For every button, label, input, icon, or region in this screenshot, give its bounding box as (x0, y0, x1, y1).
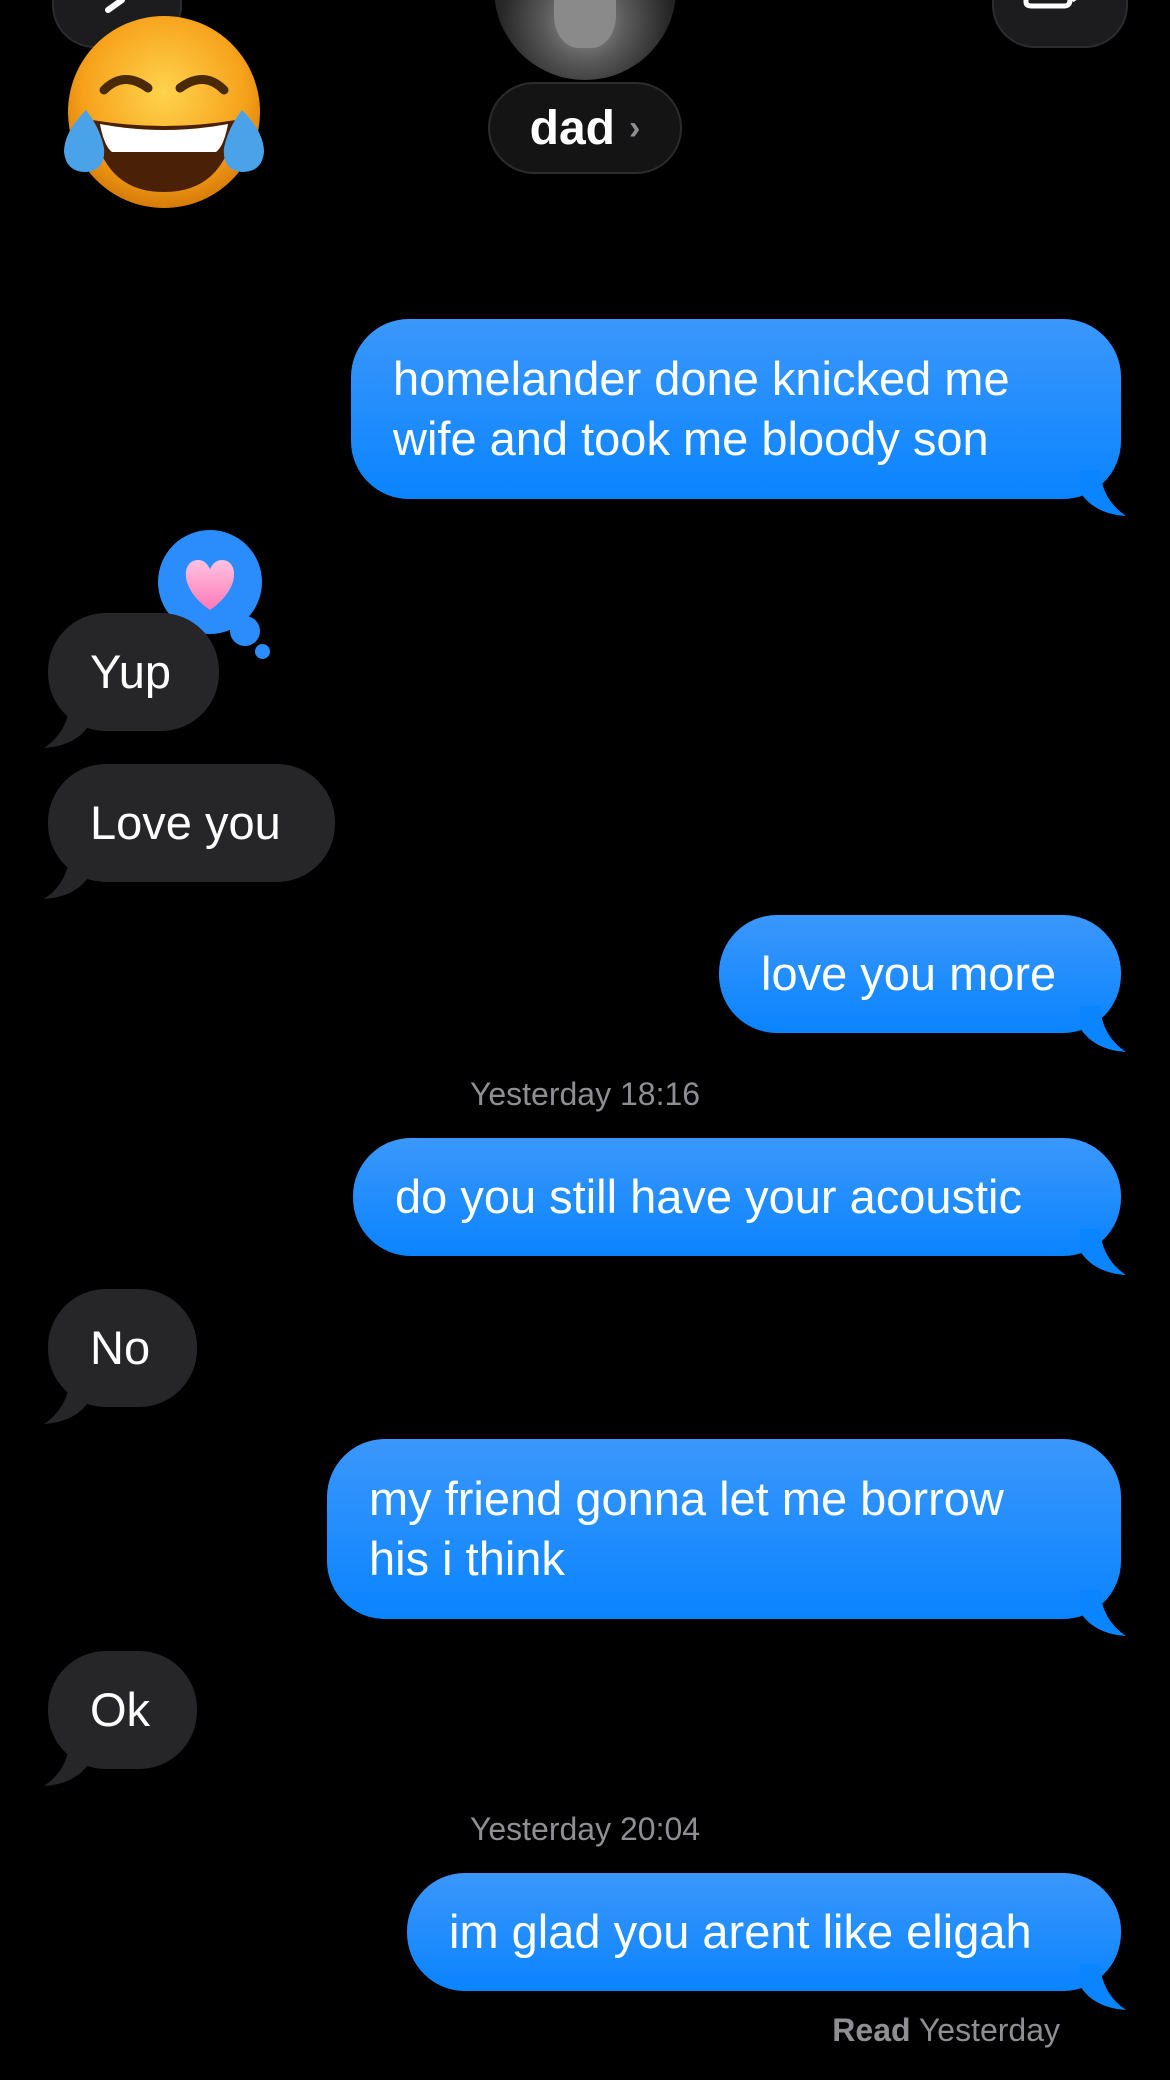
timestamp-day: Yesterday (469, 1076, 612, 1112)
timestamp-time: 18:16 (619, 1076, 701, 1112)
bubble-tail (1080, 1006, 1126, 1052)
tapback-tail-dot (230, 616, 260, 646)
message-text-line: his i think (369, 1532, 565, 1585)
facetime-video-button[interactable] (992, 0, 1128, 48)
timestamp-time: 20:04 (619, 1811, 701, 1847)
message-text-line: wife and took me bloody son (393, 412, 989, 465)
timestamp: Yesterday 18:16 (0, 1076, 1170, 1113)
read-receipt: Read Yesterday (832, 2012, 1060, 2049)
message-text-line: my friend gonna let me borrow (369, 1472, 1004, 1525)
read-label: Read (832, 2012, 911, 2048)
message-text: No (90, 1321, 151, 1374)
avatar-face (554, 0, 616, 48)
bubble-tail (1080, 1964, 1126, 2010)
read-time: Yesterday (918, 2012, 1060, 2048)
message-bubble-incoming[interactable]: Love you (48, 764, 335, 882)
bubble-tail (44, 1740, 90, 1786)
bubble-tail (1080, 1229, 1126, 1275)
timestamp: Yesterday 20:04 (0, 1811, 1170, 1848)
tapback-tail-dot (255, 644, 270, 659)
bubble-tail (1080, 1590, 1126, 1636)
message-text: do you still have your acoustic (395, 1170, 1022, 1223)
message-bubble-outgoing[interactable]: love you more (719, 915, 1121, 1033)
message-bubble-outgoing[interactable]: im glad you arent like eligah (407, 1873, 1121, 1991)
video-camera-icon (1023, 0, 1077, 9)
contact-name: dad (529, 101, 615, 155)
bubble-tail (1080, 470, 1126, 516)
message-text: Ok (90, 1683, 151, 1736)
message-bubble-outgoing[interactable]: do you still have your acoustic (353, 1138, 1121, 1256)
bubble-tail (44, 853, 90, 899)
bubble-tail (44, 702, 90, 748)
timestamp-day: Yesterday (469, 1811, 612, 1847)
message-text: Love you (90, 796, 281, 849)
message-bubble-outgoing[interactable]: my friend gonna let me borrow his i thin… (327, 1439, 1121, 1619)
message-text: love you more (761, 947, 1057, 1000)
face-with-tears-of-joy-icon (64, 16, 264, 208)
message-text: Yup (90, 645, 172, 698)
message-text: im glad you arent like eligah (449, 1905, 1032, 1958)
message-text-line: homelander done knicked me (393, 352, 1010, 405)
bubble-tail (44, 1378, 90, 1424)
message-bubble-outgoing[interactable]: homelander done knicked me wife and took… (351, 319, 1121, 499)
chevron-right-icon: › (629, 108, 641, 147)
contact-avatar[interactable] (494, 0, 676, 80)
contact-name-button[interactable]: dad › (488, 82, 682, 174)
